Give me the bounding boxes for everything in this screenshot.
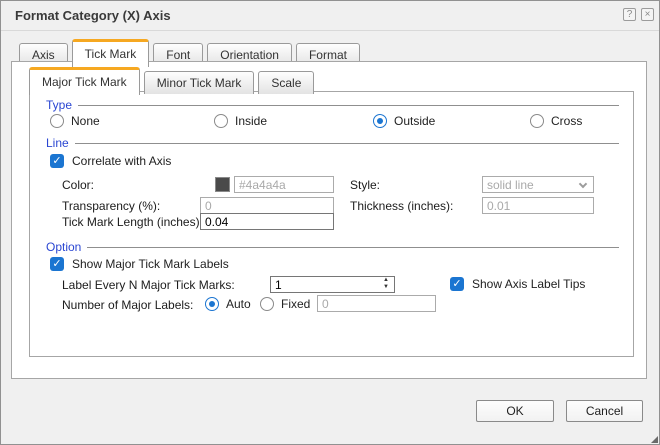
radio-selected-icon [205,297,219,311]
checkbox-checked-icon: ✓ [50,257,64,271]
help-icon[interactable]: ? [623,8,636,21]
radio-type-cross[interactable]: Cross [530,113,582,129]
checkbox-label: Show Axis Label Tips [472,277,586,291]
radio-type-inside[interactable]: Inside [214,113,267,129]
line-group-label: Line [46,136,69,150]
radio-label: None [71,114,100,128]
show-axis-label-tips-checkbox[interactable]: ✓ Show Axis Label Tips [450,276,585,292]
divider [87,247,619,248]
fixed-value-input[interactable] [317,295,436,312]
radio-icon [50,114,64,128]
type-group-label: Type [46,98,73,112]
style-label: Style: [350,178,381,192]
tab-tick-mark[interactable]: Tick Mark [71,39,150,67]
spinner-arrows-icon[interactable]: ▲ ▼ [381,277,391,292]
radio-label: Inside [235,114,268,128]
radio-icon [530,114,544,128]
radio-label: Cross [551,114,583,128]
checkbox-checked-icon: ✓ [450,277,464,291]
resize-grip[interactable] [651,436,658,443]
thickness-label: Thickness (inches): [350,199,454,213]
divider [74,143,619,144]
tick-mark-length-label: Tick Mark Length (inches): [62,215,203,229]
radio-auto[interactable]: Auto [205,296,251,312]
option-group-label: Option [46,240,82,254]
checkbox-checked-icon: ✓ [50,154,64,168]
radio-label: Auto [226,297,251,311]
type-group-header: Type [46,98,619,112]
checkbox-label: Correlate with Axis [72,154,172,168]
style-dropdown-value: solid line [487,178,534,192]
radio-type-outside[interactable]: Outside [373,113,435,129]
subtab-major-tick-mark[interactable]: Major Tick Mark [29,67,140,95]
color-swatch [215,177,230,192]
cancel-button[interactable]: Cancel [566,400,643,422]
dialog-title: Format Category (X) Axis [15,8,171,23]
close-icon[interactable]: × [641,8,654,21]
transparency-input[interactable] [200,197,334,214]
show-major-tick-mark-labels-checkbox[interactable]: ✓ Show Major Tick Mark Labels [50,256,229,272]
tick-mark-length-input[interactable] [200,213,334,230]
major-tick-mark-panel: Type None Inside Outside Cross Line ✓ Co… [29,91,634,357]
radio-icon [260,297,274,311]
color-hex-input[interactable] [234,176,334,193]
radio-selected-icon [373,114,387,128]
option-group-header: Option [46,240,619,254]
number-of-major-labels-label: Number of Major Labels: [62,298,194,312]
label-every-n-stepper[interactable]: ▲ ▼ [270,276,395,293]
chevron-down-icon [578,179,588,189]
label-every-n-input[interactable] [271,277,394,292]
radio-label: Outside [394,114,436,128]
color-label: Color: [62,178,95,192]
style-dropdown[interactable]: solid line [482,176,594,193]
thickness-input[interactable] [482,197,594,214]
titlebar: Format Category (X) Axis ? × [1,1,659,31]
radio-label: Fixed [281,297,311,311]
radio-type-none[interactable]: None [50,113,100,129]
divider [78,105,619,106]
transparency-label: Transparency (%): [62,199,161,213]
radio-fixed[interactable]: Fixed [260,296,310,312]
format-axis-dialog: Format Category (X) Axis ? × Axis Tick M… [0,0,660,445]
subtab-scale[interactable]: Scale [258,71,315,94]
line-group-header: Line [46,136,619,150]
checkbox-label: Show Major Tick Mark Labels [72,257,229,271]
subtab-minor-tick-mark[interactable]: Minor Tick Mark [143,71,255,94]
ok-button[interactable]: OK [476,400,554,422]
label-every-n-label: Label Every N Major Tick Marks: [62,278,235,292]
sub-tabs: Major Tick Mark Minor Tick Mark Scale [29,67,318,95]
radio-icon [214,114,228,128]
correlate-with-axis-checkbox[interactable]: ✓ Correlate with Axis [50,153,171,169]
